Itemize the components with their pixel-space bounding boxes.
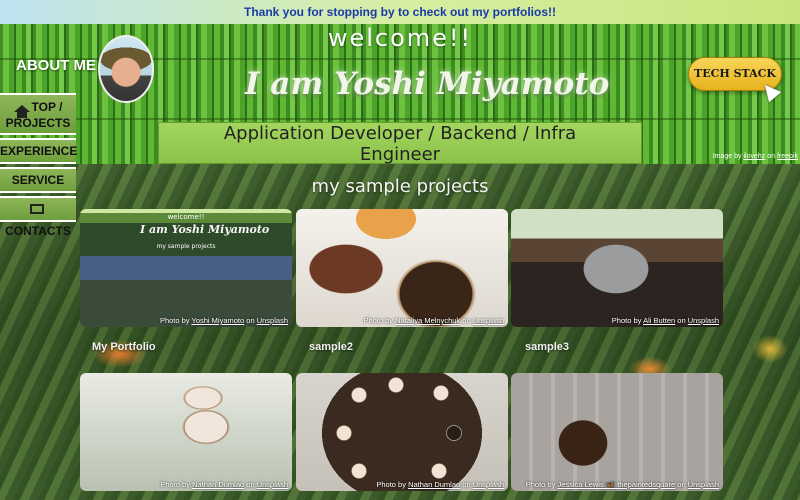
home-icon: [13, 105, 30, 118]
section-title: my sample projects: [311, 176, 489, 197]
page-title: I am Yoshi Miyamoto: [245, 66, 610, 102]
card-label-sample2[interactable]: sample2: [309, 341, 353, 353]
mini-welcome: welcome!!: [167, 213, 205, 221]
project-card-sample2[interactable]: Photo by Nataliya Melnychuk on Unsplash: [296, 209, 508, 327]
project-card-4[interactable]: Photo by Nathan Dumlao on Unsplash: [80, 373, 292, 491]
welcome-heading: welcome!!: [327, 24, 473, 52]
photo-credit: Photo by Nataliya Melnychuk on Unsplash: [363, 316, 504, 325]
sidebar-item-experience[interactable]: EXPERIENCE: [0, 138, 77, 164]
mini-title: my sample projects: [156, 243, 216, 250]
photo-credit: Photo by Nathan Dumlao on Unsplash: [160, 480, 288, 489]
credit-site-link[interactable]: Unsplash: [473, 316, 504, 325]
sidebar: TOP / PROJECTS EXPERIENCE SERVICE CONTAC…: [0, 93, 77, 238]
credit-site-link[interactable]: Unsplash: [688, 316, 719, 325]
photo-credit: Photo by Ali Butten on Unsplash: [611, 316, 719, 325]
sidebar-item-contacts[interactable]: CONTACTS: [0, 196, 76, 238]
credit-site-link[interactable]: Unsplash: [257, 480, 288, 489]
credit-site-link[interactable]: freepik: [777, 153, 798, 160]
mini-name: I am Yoshi Miyamoto: [140, 223, 270, 236]
card-label-sample3[interactable]: sample3: [525, 341, 569, 353]
role-line2: Engineer: [359, 144, 441, 165]
project-card-6[interactable]: Photo by Jessica Lewis 🦋 thepaintedsquar…: [511, 373, 723, 491]
project-card-sample3[interactable]: Photo by Ali Butten on Unsplash: [511, 209, 723, 327]
credit-author-link[interactable]: Nathan Dumlao: [192, 480, 244, 489]
top-banner: Thank you for stopping by to check out m…: [0, 0, 800, 24]
role-box: Application Developer / Backend / Infra …: [158, 122, 642, 165]
credit-site-link[interactable]: Unsplash: [688, 480, 719, 489]
credit-author-link[interactable]: ilovehz: [743, 153, 765, 160]
role-line1: Application Developer / Backend / Infra: [223, 123, 577, 144]
card-label-my-portfolio[interactable]: My Portfolio: [92, 341, 156, 353]
about-me-label[interactable]: ABOUT ME: [16, 57, 96, 74]
project-card-my-portfolio[interactable]: welcome!! I am Yoshi Miyamoto my sample …: [80, 209, 292, 327]
credit-author-link[interactable]: Nataliya Melnychuk: [395, 316, 460, 325]
credit-author-link[interactable]: Ali Butten: [643, 316, 675, 325]
credit-author-link[interactable]: Jessica Lewis 🦋 thepaintedsquare: [557, 480, 675, 489]
monitor-icon: [29, 204, 44, 214]
header-image-credit: Image by ilovehz on freepik: [712, 153, 798, 160]
project-card-5[interactable]: Photo by Nathan Dumlao on Unsplash: [296, 373, 508, 491]
credit-site-link[interactable]: Unsplash: [257, 316, 288, 325]
credit-author-link[interactable]: Nathan Dumlao: [408, 480, 460, 489]
photo-credit: Photo by Jessica Lewis 🦋 thepaintedsquar…: [525, 480, 719, 489]
photo-credit: Photo by Yoshi Miyamoto on Unsplash: [159, 316, 288, 325]
credit-site-link[interactable]: Unsplash: [473, 480, 504, 489]
photo-credit: Photo by Nathan Dumlao on Unsplash: [376, 480, 504, 489]
sidebar-item-service[interactable]: SERVICE: [0, 167, 76, 193]
credit-author-link[interactable]: Yoshi Miyamoto: [192, 316, 245, 325]
sidebar-item-top-projects[interactable]: TOP / PROJECTS: [0, 93, 76, 135]
